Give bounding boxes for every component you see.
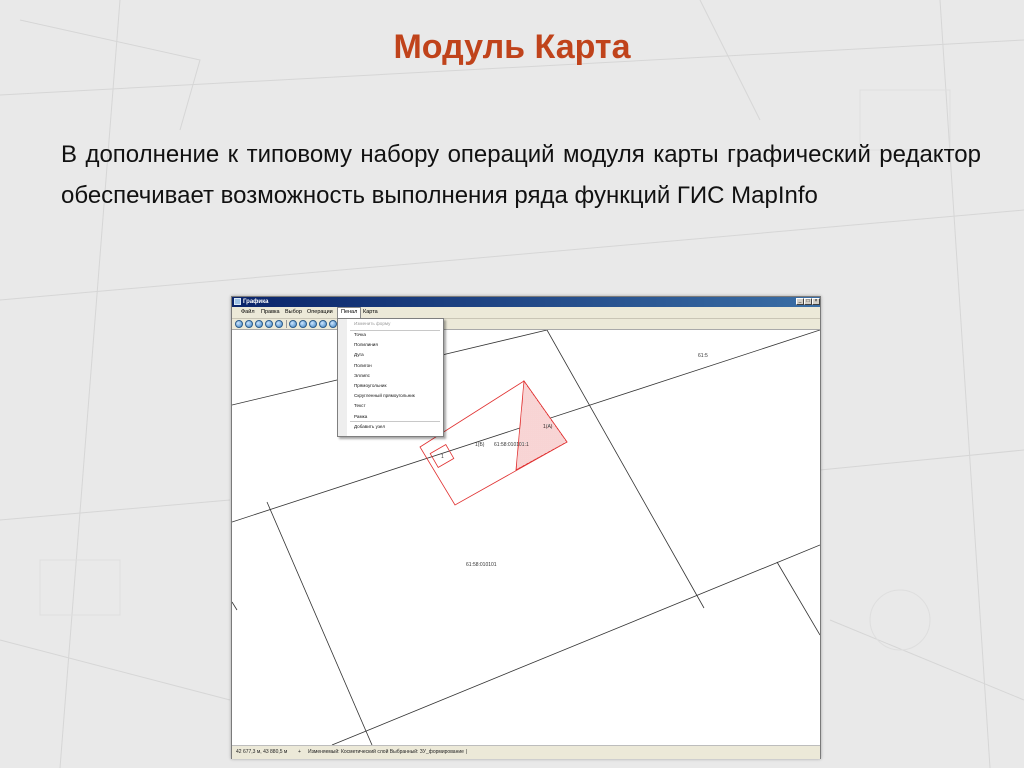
menu-item-add-node[interactable]: Добавить узел [354,423,385,431]
menu-operations[interactable]: Операции [304,307,336,318]
window-title: Графика [243,299,269,305]
info-icon[interactable] [275,320,283,328]
menu-item-polyline[interactable]: Полилиния [354,341,378,349]
toolbox-dropdown-menu: Изменить форму Точка Полилиния Дуга Полигон Э… [337,318,444,437]
map-label-parcel-a: 1(А) [543,424,553,430]
parcel-boundary [266,501,373,745]
menu-map[interactable]: Карта [360,307,381,318]
status-coordinates: 42 677,3 м, 43 880,5 м [236,749,288,755]
pan-icon[interactable] [255,320,263,328]
menu-item-point[interactable]: Точка [354,331,366,339]
navigate-icon[interactable] [319,320,327,328]
status-divider: | [466,749,468,755]
menu-gutter [338,319,347,436]
parcel-boundary [232,601,238,611]
map-label-parcel-main: 61:58:010101 [466,562,497,568]
menu-select[interactable]: Выбор [282,307,305,318]
settings-icon[interactable] [309,320,317,328]
menu-item-rectangle[interactable]: Прямоугольник [354,382,386,390]
status-marker: + [298,749,301,755]
measure-icon[interactable] [329,320,337,328]
menu-item-polygon[interactable]: Полигон [354,362,372,370]
status-layers: Изменяемый: Косметический слой Выбранный… [308,749,464,755]
zoom-in-icon[interactable] [235,320,243,328]
menu-item-ellipse[interactable]: Эллипс [354,372,370,380]
status-bar: 42 677,3 м, 43 880,5 м + Изменяемый: Кос… [232,745,820,759]
map-canvas[interactable]: 61:5 1(Б) 61:58:010101:1 1(А) 1 61:58:01… [232,330,820,745]
map-label-parcel-b: 1(Б) [475,442,485,448]
map-label-parcel-b-number: 61:58:010101:1 [494,442,529,448]
refresh-icon[interactable] [289,320,297,328]
app-icon [234,298,241,305]
menu-edit[interactable]: Правка [258,307,283,318]
menu-file[interactable]: Файл [238,307,258,318]
slide-body-text: В дополнение к типовому набору операций … [61,141,981,209]
graphics-app-window: Графика _ □ × Файл Правка Выбор Операции… [231,296,821,759]
map-drawing: 61:5 1(Б) 61:58:010101:1 1(А) 1 61:58:01… [232,330,820,745]
zoom-out-icon[interactable] [245,320,253,328]
toolbar [232,319,820,330]
menu-item-arc[interactable]: Дуга [354,351,364,359]
toolbar-separator [286,320,287,328]
maximize-button[interactable]: □ [804,298,812,305]
menu-item-frame[interactable]: Рамка [354,413,367,421]
parcel-boundary [331,544,820,745]
map-label-edge: 61:5 [698,353,708,359]
map-label-small-box: 1 [441,454,444,460]
layers-icon[interactable] [299,320,307,328]
parcel-boundary [776,561,820,636]
window-titlebar[interactable]: Графика _ □ × [232,297,820,307]
slide-title: Модуль Карта [393,28,631,66]
close-button[interactable]: × [812,298,820,305]
menu-item-edit-shape: Изменить форму [354,321,391,326]
menubar: Файл Правка Выбор Операции Пенал Карта [232,307,820,319]
menu-item-rounded-rectangle[interactable]: Скругленный прямоугольник [354,392,415,400]
menu-toolbox[interactable]: Пенал [337,307,362,318]
menu-item-text[interactable]: Текст [354,402,366,410]
minimize-button[interactable]: _ [796,298,804,305]
select-icon[interactable] [265,320,273,328]
parcel-boundary [546,330,705,609]
